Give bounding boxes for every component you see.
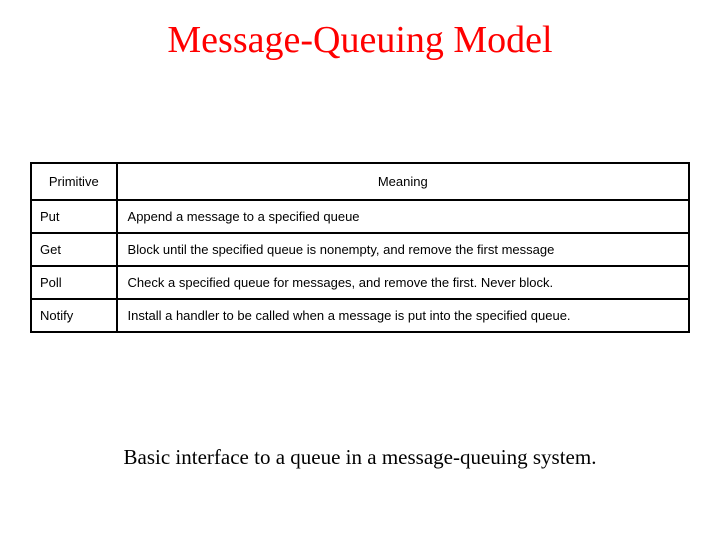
table-header-row: Primitive Meaning	[31, 163, 689, 200]
page-title: Message-Queuing Model	[0, 0, 720, 72]
table-row: Poll Check a specified queue for message…	[31, 266, 689, 299]
caption-text: Basic interface to a queue in a message-…	[0, 445, 720, 470]
cell-primitive: Get	[31, 233, 117, 266]
header-meaning: Meaning	[117, 163, 689, 200]
table-row: Notify Install a handler to be called wh…	[31, 299, 689, 332]
cell-meaning: Install a handler to be called when a me…	[117, 299, 689, 332]
cell-meaning: Block until the specified queue is nonem…	[117, 233, 689, 266]
primitives-table-container: Primitive Meaning Put Append a message t…	[30, 162, 690, 333]
cell-primitive: Put	[31, 200, 117, 233]
cell-primitive: Notify	[31, 299, 117, 332]
table-row: Get Block until the specified queue is n…	[31, 233, 689, 266]
primitives-table: Primitive Meaning Put Append a message t…	[30, 162, 690, 333]
cell-meaning: Append a message to a specified queue	[117, 200, 689, 233]
cell-meaning: Check a specified queue for messages, an…	[117, 266, 689, 299]
table-row: Put Append a message to a specified queu…	[31, 200, 689, 233]
header-primitive: Primitive	[31, 163, 117, 200]
cell-primitive: Poll	[31, 266, 117, 299]
